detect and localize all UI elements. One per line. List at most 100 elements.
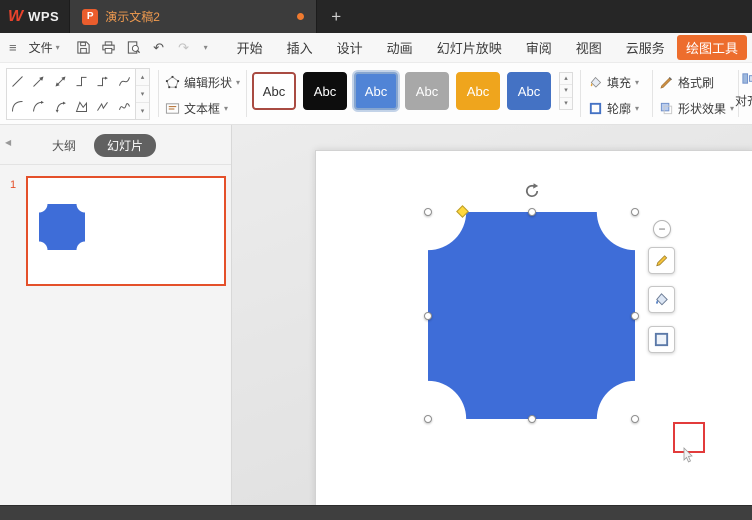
arrow-icon[interactable] xyxy=(28,69,49,94)
mouse-cursor-icon xyxy=(683,447,693,463)
style-scroll-down-icon[interactable]: ▾ xyxy=(560,85,572,98)
collapse-float-toolbar-button[interactable]: − xyxy=(653,220,671,238)
file-menu-label: 文件 xyxy=(28,41,53,55)
ribbon-tabs: 开始 插入 设计 动画 幻灯片放映 审阅 视图 云服务 xyxy=(237,38,665,57)
align-button[interactable]: 对齐 xyxy=(733,71,752,109)
align-label: 对齐 xyxy=(735,94,752,108)
shape-style-swatch[interactable]: Abc xyxy=(405,72,449,110)
gallery-more-icon[interactable]: ▾ xyxy=(136,103,149,119)
tab-slideshow[interactable]: 幻灯片放映 xyxy=(437,38,502,57)
save-button[interactable] xyxy=(76,40,92,56)
titlebar: W WPS P 演示文稿2 + xyxy=(0,0,752,33)
undo-button[interactable]: ↶ xyxy=(151,40,167,56)
resize-handle-s[interactable] xyxy=(527,415,536,423)
shape-effects-label: 形状效果 xyxy=(678,101,727,116)
tab-insert[interactable]: 插入 xyxy=(287,38,313,57)
customize-toolbar-chevron-icon[interactable]: ▾ xyxy=(201,40,211,56)
collapse-panel-icon[interactable]: ◀ xyxy=(5,138,11,147)
paint-bucket-icon xyxy=(656,293,668,306)
tab-view[interactable]: 视图 xyxy=(576,38,602,57)
tab-animation[interactable]: 动画 xyxy=(387,38,413,57)
hamburger-menu-icon[interactable]: ≡ xyxy=(0,40,23,55)
format-painter-label: 格式刷 xyxy=(678,75,715,90)
divider xyxy=(246,70,247,117)
resize-handle-e[interactable] xyxy=(631,311,639,320)
fill-label: 填充 xyxy=(607,75,632,90)
resize-handle-ne[interactable] xyxy=(631,208,639,216)
plaque-shape-thumbnail xyxy=(39,204,85,250)
resize-handle-sw[interactable] xyxy=(424,415,432,423)
elbow-connector-icon[interactable] xyxy=(71,69,92,94)
document-tab[interactable]: P 演示文稿2 xyxy=(69,0,318,33)
tab-drawing-tools[interactable]: 绘图工具 xyxy=(676,35,747,60)
divider xyxy=(580,70,581,117)
resize-handle-nw[interactable] xyxy=(424,208,432,216)
edit-shape-label: 编辑形状 xyxy=(184,75,233,90)
redo-button[interactable]: ↷ xyxy=(176,40,192,56)
style-more-icon[interactable]: ▾ xyxy=(560,98,572,109)
double-arrow-icon[interactable] xyxy=(50,69,71,94)
tab-home[interactable]: 开始 xyxy=(237,38,263,57)
resize-handle-se[interactable] xyxy=(631,415,639,423)
curve-icon[interactable] xyxy=(114,69,135,94)
format-painter-button[interactable]: 格式刷 xyxy=(659,71,714,93)
slide-number: 1 xyxy=(10,179,17,191)
print-button[interactable] xyxy=(101,40,117,56)
edit-shape-button[interactable]: 编辑形状 ▾ xyxy=(165,71,240,93)
selected-shape[interactable] xyxy=(424,183,639,423)
outline-button[interactable]: 轮廓 ▾ xyxy=(588,97,639,119)
fill-color-button[interactable] xyxy=(648,286,675,313)
shape-style-swatch-selected[interactable]: Abc xyxy=(354,72,398,110)
rotate-handle[interactable] xyxy=(523,182,541,200)
shape-effects-button[interactable]: 形状效果 ▾ xyxy=(659,97,734,119)
new-tab-button[interactable]: + xyxy=(317,0,355,33)
curved-connector-icon[interactable] xyxy=(7,94,28,119)
scribble-icon[interactable] xyxy=(114,94,135,119)
wps-presentation-window: W WPS P 演示文稿2 + ≡ 文件 ▾ ↶ ↷ ▾ 开始 插入 设计 动画… xyxy=(0,0,752,520)
style-scroll-up-icon[interactable]: ▴ xyxy=(560,73,572,86)
panel-tabs: 大纲 幻灯片 xyxy=(0,125,231,165)
frame-icon xyxy=(654,332,669,347)
freeform-shape-icon[interactable] xyxy=(71,94,92,119)
shape-gallery xyxy=(6,68,136,120)
line-icon[interactable] xyxy=(7,69,28,94)
freeform-line-icon[interactable] xyxy=(92,94,113,119)
tab-design[interactable]: 设计 xyxy=(337,38,363,57)
shape-style-gallery: Abc Abc Abc Abc Abc Abc xyxy=(252,72,551,110)
text-box-button[interactable]: 文本框 ▾ xyxy=(165,97,228,119)
fill-button[interactable]: 填充 ▾ xyxy=(588,71,639,93)
shape-gallery-scroll: ▴ ▾ ▾ xyxy=(136,68,150,120)
outline-frame-button[interactable] xyxy=(648,326,675,353)
wps-menu-button[interactable]: W WPS xyxy=(0,0,69,33)
wps-logo-icon: W xyxy=(8,7,24,25)
unsaved-dot-icon xyxy=(297,13,305,20)
shape-style-swatch[interactable]: Abc xyxy=(456,72,500,110)
resize-handle-n[interactable] xyxy=(527,208,536,216)
tab-outline-view[interactable]: 大纲 xyxy=(52,137,76,154)
file-menu-button[interactable]: 文件 ▾ xyxy=(23,39,66,56)
plaque-shape xyxy=(428,212,635,419)
shape-style-swatch[interactable]: Abc xyxy=(303,72,347,110)
elbow-arrow-icon[interactable] xyxy=(92,69,113,94)
text-box-icon xyxy=(165,102,180,114)
editing-canvas: − xyxy=(232,125,752,505)
text-box-label: 文本框 xyxy=(184,101,221,116)
tab-cloud[interactable]: 云服务 xyxy=(626,38,665,57)
chevron-down-icon: ▾ xyxy=(224,103,229,113)
gallery-scroll-down-icon[interactable]: ▾ xyxy=(136,86,149,103)
pencil-icon xyxy=(656,255,668,267)
quick-style-button[interactable] xyxy=(648,247,675,274)
curved-arrow-icon[interactable] xyxy=(28,94,49,119)
tab-review[interactable]: 审阅 xyxy=(526,38,552,57)
tab-slides-view[interactable]: 幻灯片 xyxy=(94,134,157,157)
slide-thumbnail[interactable] xyxy=(26,176,226,286)
document-title: 演示文稿2 xyxy=(105,10,160,24)
print-preview-button[interactable] xyxy=(126,40,142,56)
resize-handle-w[interactable] xyxy=(424,311,432,320)
curved-double-arrow-icon[interactable] xyxy=(50,94,71,119)
shape-style-swatch[interactable]: Abc xyxy=(252,72,296,110)
app-name: WPS xyxy=(28,9,60,24)
shape-style-swatch[interactable]: Abc xyxy=(507,72,551,110)
gallery-scroll-up-icon[interactable]: ▴ xyxy=(136,69,149,86)
drawing-tools-ribbon: ▴ ▾ ▾ 编辑形状 ▾ 文本框 ▾ Abc Abc Abc Abc Abc A… xyxy=(0,63,752,125)
